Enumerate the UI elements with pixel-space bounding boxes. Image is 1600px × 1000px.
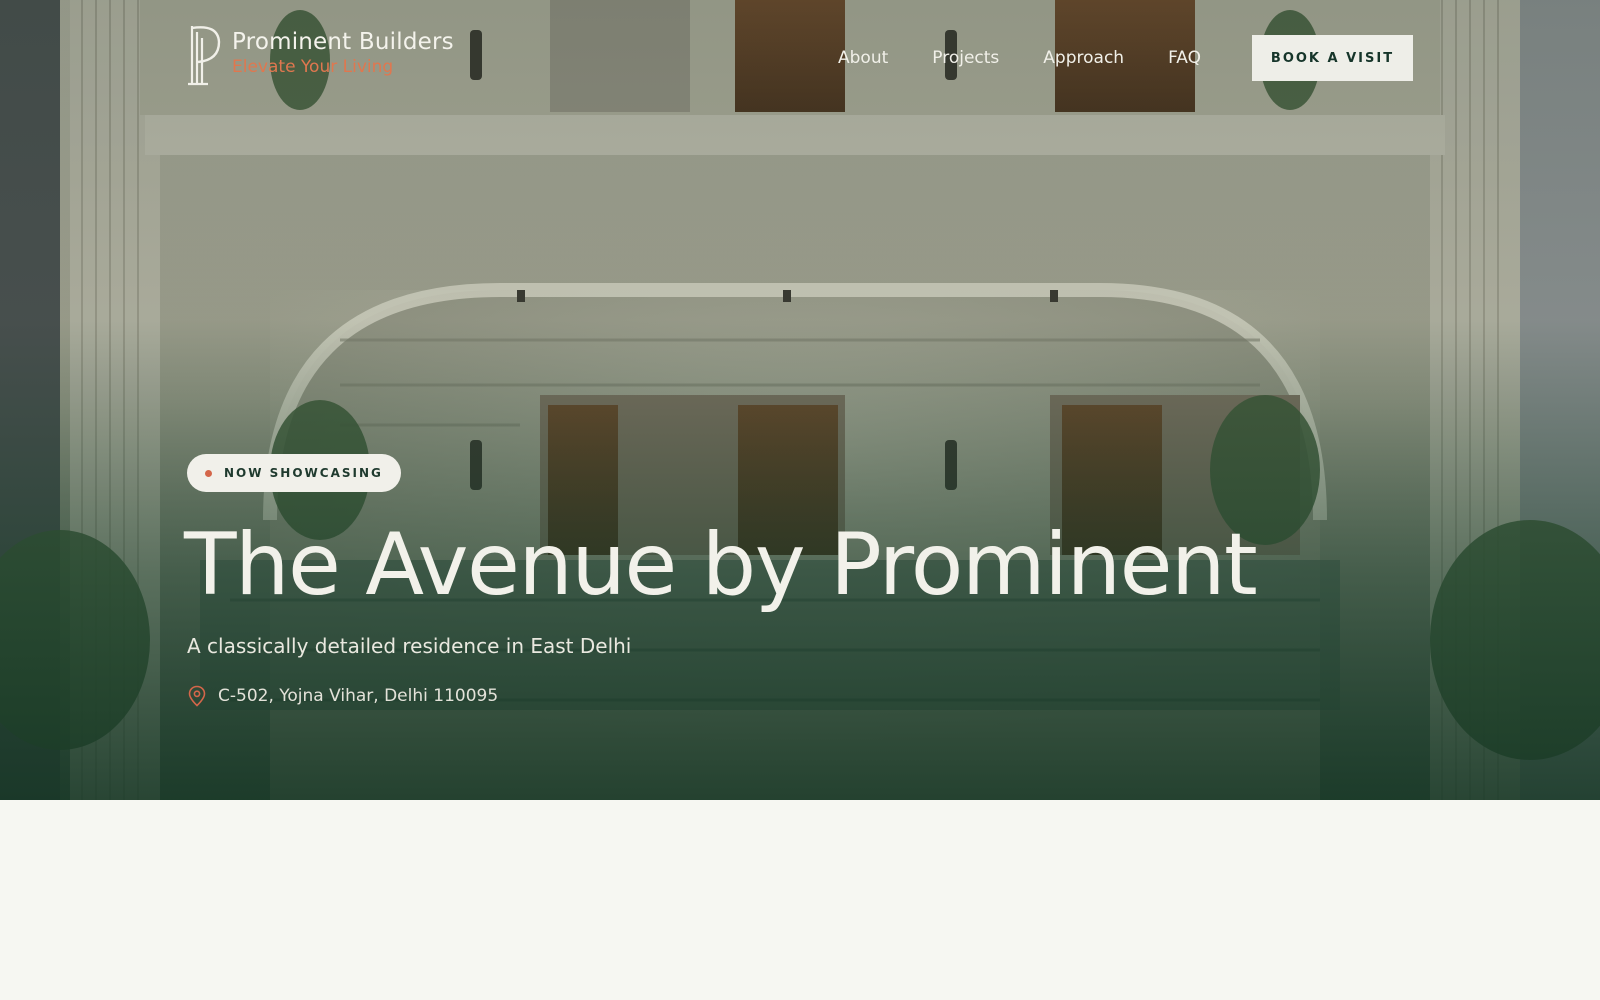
location-pin-icon [188,685,206,707]
badge-label: NOW SHOWCASING [224,466,383,480]
now-showcasing-badge: NOW SHOWCASING [187,454,401,492]
hero-address: C-502, Yojna Vihar, Delhi 110095 [187,684,498,708]
hero-title: The Avenue by Prominent [184,515,1258,615]
nav-link-faq[interactable]: FAQ [1168,46,1201,70]
page: Prominent Builders Elevate Your Living A… [0,0,1600,1000]
status-dot-icon [205,469,212,477]
site-header: Prominent Builders Elevate Your Living A… [0,0,1600,110]
hero-section: Prominent Builders Elevate Your Living A… [0,0,1600,800]
brand-logo-link[interactable]: Prominent Builders Elevate Your Living [186,22,454,86]
below-hero-section [0,800,1600,1000]
hero-gradient-overlay [0,0,1600,800]
nav-link-approach[interactable]: Approach [1043,46,1124,70]
p-column-logo-icon [188,26,221,86]
address-text: C-502, Yojna Vihar, Delhi 110095 [218,686,499,706]
book-a-visit-button[interactable]: BOOK A VISIT [1252,35,1413,81]
brand-name: Prominent Builders [232,29,454,55]
brand-tagline: Elevate Your Living [232,57,394,77]
hero-subtitle: A classically detailed residence in East… [187,634,632,658]
nav-link-about[interactable]: About [838,46,888,70]
nav-link-projects[interactable]: Projects [932,46,999,70]
main-nav: About Projects Approach FAQ [838,46,1245,70]
